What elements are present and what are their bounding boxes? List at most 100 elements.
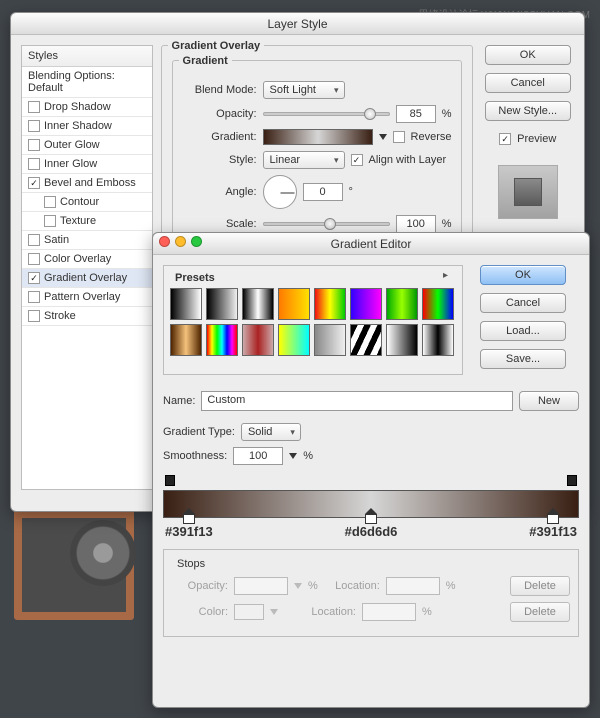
style-select[interactable]: Linear [263,151,345,169]
stop-color-location-field [362,603,416,621]
window-title: Layer Style [267,17,327,31]
preset-swatch[interactable] [206,288,238,320]
styles-header[interactable]: Styles [22,46,152,67]
blending-options-row[interactable]: Blending Options: Default [22,67,152,98]
style-checkbox[interactable] [44,215,56,227]
stop-color-label: Color: [172,606,228,618]
cancel-button[interactable]: Cancel [485,73,571,93]
presets-menu-icon[interactable]: ▸ [443,270,448,281]
gradient-label: Gradient: [183,131,257,143]
preset-swatch[interactable] [314,324,346,356]
name-field[interactable]: Custom [201,391,513,411]
cancel-button[interactable]: Cancel [480,293,566,313]
style-item-color-overlay[interactable]: Color Overlay [22,250,152,269]
preset-swatch[interactable] [242,324,274,356]
style-checkbox[interactable] [44,196,56,208]
gradient-swatch[interactable] [263,129,373,145]
opacity-field[interactable]: 85 [396,105,436,123]
opacity-stop-right[interactable] [567,475,577,486]
align-checkbox[interactable]: ✓ [351,154,363,166]
color-stop-right[interactable]: #391f13 [529,514,577,539]
style-item-label: Contour [60,196,99,208]
gradient-editor-window: Gradient Editor Presets ▸ OK Cancel Load… [152,232,590,708]
style-checkbox[interactable]: ✓ [28,272,40,284]
angle-wheel[interactable] [263,175,297,209]
preset-swatch[interactable] [350,288,382,320]
style-checkbox[interactable] [28,120,40,132]
preset-swatch[interactable] [170,288,202,320]
style-checkbox[interactable] [28,291,40,303]
style-checkbox[interactable] [28,234,40,246]
preset-swatch[interactable] [278,288,310,320]
style-checkbox[interactable]: ✓ [28,177,40,189]
panel-legend: Gradient Overlay [168,40,265,52]
close-icon[interactable] [159,236,170,247]
zoom-icon[interactable] [191,236,202,247]
smoothness-stepper-icon[interactable] [289,453,297,459]
layer-style-titlebar[interactable]: Layer Style [11,13,584,35]
opacity-stop-left[interactable] [165,475,175,486]
blend-mode-label: Blend Mode: [183,84,257,96]
presets-label: Presets [172,272,218,284]
gradient-sublegend: Gradient [179,55,232,67]
style-item-stroke[interactable]: Stroke [22,307,152,326]
smoothness-field[interactable]: 100 [233,447,283,465]
preset-swatch[interactable] [170,324,202,356]
gradient-type-select[interactable]: Solid [241,423,301,441]
style-item-label: Bevel and Emboss [44,177,136,189]
load-button[interactable]: Load... [480,321,566,341]
style-checkbox[interactable] [28,253,40,265]
gradient-editor-titlebar[interactable]: Gradient Editor [153,233,589,255]
style-item-texture[interactable]: Texture [22,212,152,231]
scale-slider[interactable] [263,222,390,226]
new-button[interactable]: New [519,391,579,411]
preview-checkbox[interactable]: ✓ [499,133,511,145]
style-item-satin[interactable]: Satin [22,231,152,250]
reverse-checkbox[interactable] [393,131,405,143]
ok-button[interactable]: OK [485,45,571,65]
scale-field[interactable]: 100 [396,215,436,233]
stop-location-unit: % [422,606,432,618]
preset-swatch[interactable] [314,288,346,320]
style-item-gradient-overlay[interactable]: ✓Gradient Overlay [22,269,152,288]
opacity-slider[interactable] [263,112,390,116]
minimize-icon[interactable] [175,236,186,247]
style-item-bevel-and-emboss[interactable]: ✓ Bevel and Emboss [22,174,152,193]
style-item-drop-shadow[interactable]: Drop Shadow [22,98,152,117]
style-item-outer-glow[interactable]: Outer Glow [22,136,152,155]
angle-unit: ° [349,186,353,198]
preset-swatch[interactable] [386,324,418,356]
stop-location-unit: % [446,580,456,592]
save-button[interactable]: Save... [480,349,566,369]
style-checkbox[interactable] [28,310,40,322]
opacity-label: Opacity: [183,108,257,120]
style-checkbox[interactable] [28,139,40,151]
color-stop-left[interactable]: #391f13 [165,514,213,539]
preset-swatch[interactable] [350,324,382,356]
preset-swatch[interactable] [422,288,454,320]
preset-swatch[interactable] [278,324,310,356]
angle-field[interactable]: 0 [303,183,343,201]
preview-thumbnail [498,165,558,219]
color-stop-mid[interactable]: #d6d6d6 [345,514,398,539]
style-item-inner-shadow[interactable]: Inner Shadow [22,117,152,136]
gradient-dropdown-icon[interactable] [379,134,387,140]
style-item-label: Inner Shadow [44,120,112,132]
style-item-inner-glow[interactable]: Inner Glow [22,155,152,174]
stop-color-swatch [234,604,264,620]
style-item-label: Color Overlay [44,253,111,265]
preset-swatch[interactable] [242,288,274,320]
preset-swatch[interactable] [206,324,238,356]
blend-mode-select[interactable]: Soft Light [263,81,345,99]
preset-swatch[interactable] [386,288,418,320]
style-checkbox[interactable] [28,158,40,170]
preset-swatch[interactable] [422,324,454,356]
gradient-type-label: Gradient Type: [163,426,235,438]
ok-button[interactable]: OK [480,265,566,285]
style-item-contour[interactable]: Contour [22,193,152,212]
style-checkbox[interactable] [28,101,40,113]
new-style-button[interactable]: New Style... [485,101,571,121]
style-item-label: Outer Glow [44,139,100,151]
window-title: Gradient Editor [331,237,412,251]
style-item-pattern-overlay[interactable]: Pattern Overlay [22,288,152,307]
